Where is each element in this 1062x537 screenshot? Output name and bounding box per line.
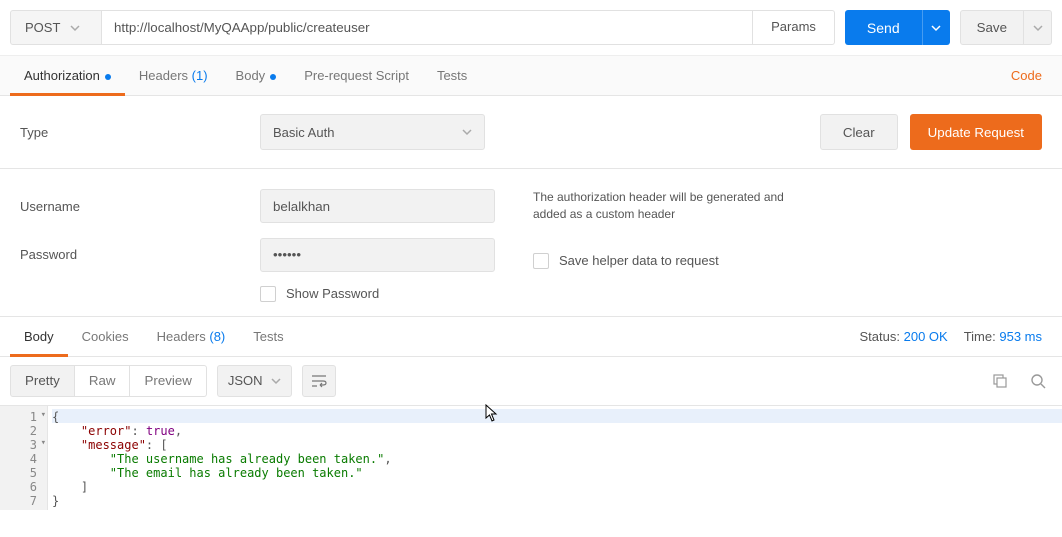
search-icon xyxy=(1030,373,1046,389)
auth-type-select[interactable]: Basic Auth xyxy=(260,114,485,150)
chevron-down-icon xyxy=(462,127,472,137)
code-link[interactable]: Code xyxy=(1001,56,1052,95)
show-password-checkbox[interactable] xyxy=(260,286,276,302)
tab-authorization[interactable]: Authorization xyxy=(10,56,125,95)
request-bar: POST Params Send Save xyxy=(0,0,1062,56)
response-body: 1 2 3 4 5 6 7 { "error": true, "message"… xyxy=(0,406,1062,510)
auth-fields: Username The authorization header will b… xyxy=(0,169,1062,316)
resp-tab-cookies[interactable]: Cookies xyxy=(68,317,143,356)
gutter-line[interactable]: 1 xyxy=(0,409,47,423)
pretty-button[interactable]: Pretty xyxy=(10,365,75,397)
code-body[interactable]: { "error": true, "message": [ "The usern… xyxy=(48,406,1062,510)
code-line: "The email has already been taken." xyxy=(52,465,1062,479)
url-input[interactable] xyxy=(102,10,753,45)
search-button[interactable] xyxy=(1024,367,1052,395)
send-button[interactable]: Send xyxy=(845,10,922,45)
modified-dot-icon xyxy=(270,74,276,80)
params-button[interactable]: Params xyxy=(753,10,835,45)
chevron-down-icon xyxy=(271,376,281,386)
gutter-line: 2 xyxy=(0,423,47,437)
username-input[interactable] xyxy=(260,189,495,223)
time-meta: Time: 953 ms xyxy=(964,329,1042,344)
status-meta: Status: 200 OK xyxy=(860,329,948,344)
tab-label: Body xyxy=(236,68,266,83)
password-input[interactable] xyxy=(260,238,495,272)
raw-button[interactable]: Raw xyxy=(75,365,131,397)
preview-button[interactable]: Preview xyxy=(130,365,206,397)
tab-body[interactable]: Body xyxy=(222,56,291,95)
tab-headers[interactable]: Headers (1) xyxy=(125,56,222,95)
modified-dot-icon xyxy=(105,74,111,80)
show-password-label: Show Password xyxy=(286,286,379,301)
body-language-value: JSON xyxy=(228,373,263,388)
code-line: "error": true, xyxy=(52,423,1062,437)
tab-label: Headers xyxy=(139,68,188,83)
username-label: Username xyxy=(20,199,260,214)
code-line: "The username has already been taken.", xyxy=(52,451,1062,465)
response-meta: Status: 200 OK Time: 953 ms xyxy=(860,329,1052,344)
line-gutter: 1 2 3 4 5 6 7 xyxy=(0,406,48,510)
code-line: { xyxy=(52,409,1062,423)
code-line: ] xyxy=(52,479,1062,493)
request-tabs: Authorization Headers (1) Body Pre-reque… xyxy=(0,56,1062,96)
resp-tab-tests[interactable]: Tests xyxy=(239,317,297,356)
body-language-select[interactable]: JSON xyxy=(217,365,292,397)
auth-type-row: Type Basic Auth Clear Update Request xyxy=(20,114,1042,150)
gutter-line: 6 xyxy=(0,479,47,493)
send-group: Send xyxy=(845,10,950,45)
format-group: Pretty Raw Preview xyxy=(10,365,207,397)
time-label: Time: xyxy=(964,329,996,344)
save-helper-label: Save helper data to request xyxy=(559,253,719,268)
headers-count: (8) xyxy=(209,329,225,344)
body-toolbar: Pretty Raw Preview JSON xyxy=(0,357,1062,406)
tab-label: Authorization xyxy=(24,68,100,83)
show-password-row: Show Password xyxy=(260,286,1042,302)
chevron-down-icon xyxy=(70,23,80,33)
auth-type-panel: Type Basic Auth Clear Update Request xyxy=(0,96,1062,169)
wrap-button[interactable] xyxy=(302,365,336,397)
copy-button[interactable] xyxy=(986,367,1014,395)
username-row: Username The authorization header will b… xyxy=(20,189,1042,224)
helper-text: The authorization header will be generat… xyxy=(533,189,793,224)
save-button[interactable]: Save xyxy=(960,10,1024,45)
send-dropdown[interactable] xyxy=(922,10,950,45)
tab-label: Headers xyxy=(157,329,206,344)
save-group: Save xyxy=(960,10,1052,45)
code-line: } xyxy=(52,493,1062,507)
save-dropdown[interactable] xyxy=(1024,10,1052,45)
toolbar-right xyxy=(986,367,1052,395)
gutter-line: 5 xyxy=(0,465,47,479)
copy-icon xyxy=(992,373,1008,389)
http-method-value: POST xyxy=(25,20,60,35)
resp-tab-headers[interactable]: Headers (8) xyxy=(143,317,240,356)
time-value: 953 ms xyxy=(999,329,1042,344)
gutter-line[interactable]: 3 xyxy=(0,437,47,451)
status-label: Status: xyxy=(860,329,900,344)
wrap-icon xyxy=(311,374,327,388)
gutter-line: 7 xyxy=(0,493,47,507)
http-method-select[interactable]: POST xyxy=(10,10,102,45)
clear-button[interactable]: Clear xyxy=(820,114,898,150)
response-tabs: Body Cookies Headers (8) Tests Status: 2… xyxy=(0,316,1062,357)
type-label: Type xyxy=(20,125,260,140)
password-row: Password Save helper data to request xyxy=(20,238,1042,272)
update-request-button[interactable]: Update Request xyxy=(910,114,1042,150)
gutter-line: 4 xyxy=(0,451,47,465)
password-label: Password xyxy=(20,247,260,262)
resp-tab-body[interactable]: Body xyxy=(10,317,68,356)
auth-type-value: Basic Auth xyxy=(273,125,334,140)
helper-column: The authorization header will be generat… xyxy=(533,189,793,224)
save-helper-checkbox[interactable] xyxy=(533,253,549,269)
headers-count: (1) xyxy=(192,68,208,83)
tab-pre-request-script[interactable]: Pre-request Script xyxy=(290,56,423,95)
tab-tests[interactable]: Tests xyxy=(423,56,481,95)
code-line: "message": [ xyxy=(52,437,1062,451)
auth-buttons: Clear Update Request xyxy=(820,114,1042,150)
save-helper-row: Save helper data to request xyxy=(533,241,719,269)
status-value: 200 OK xyxy=(904,329,948,344)
